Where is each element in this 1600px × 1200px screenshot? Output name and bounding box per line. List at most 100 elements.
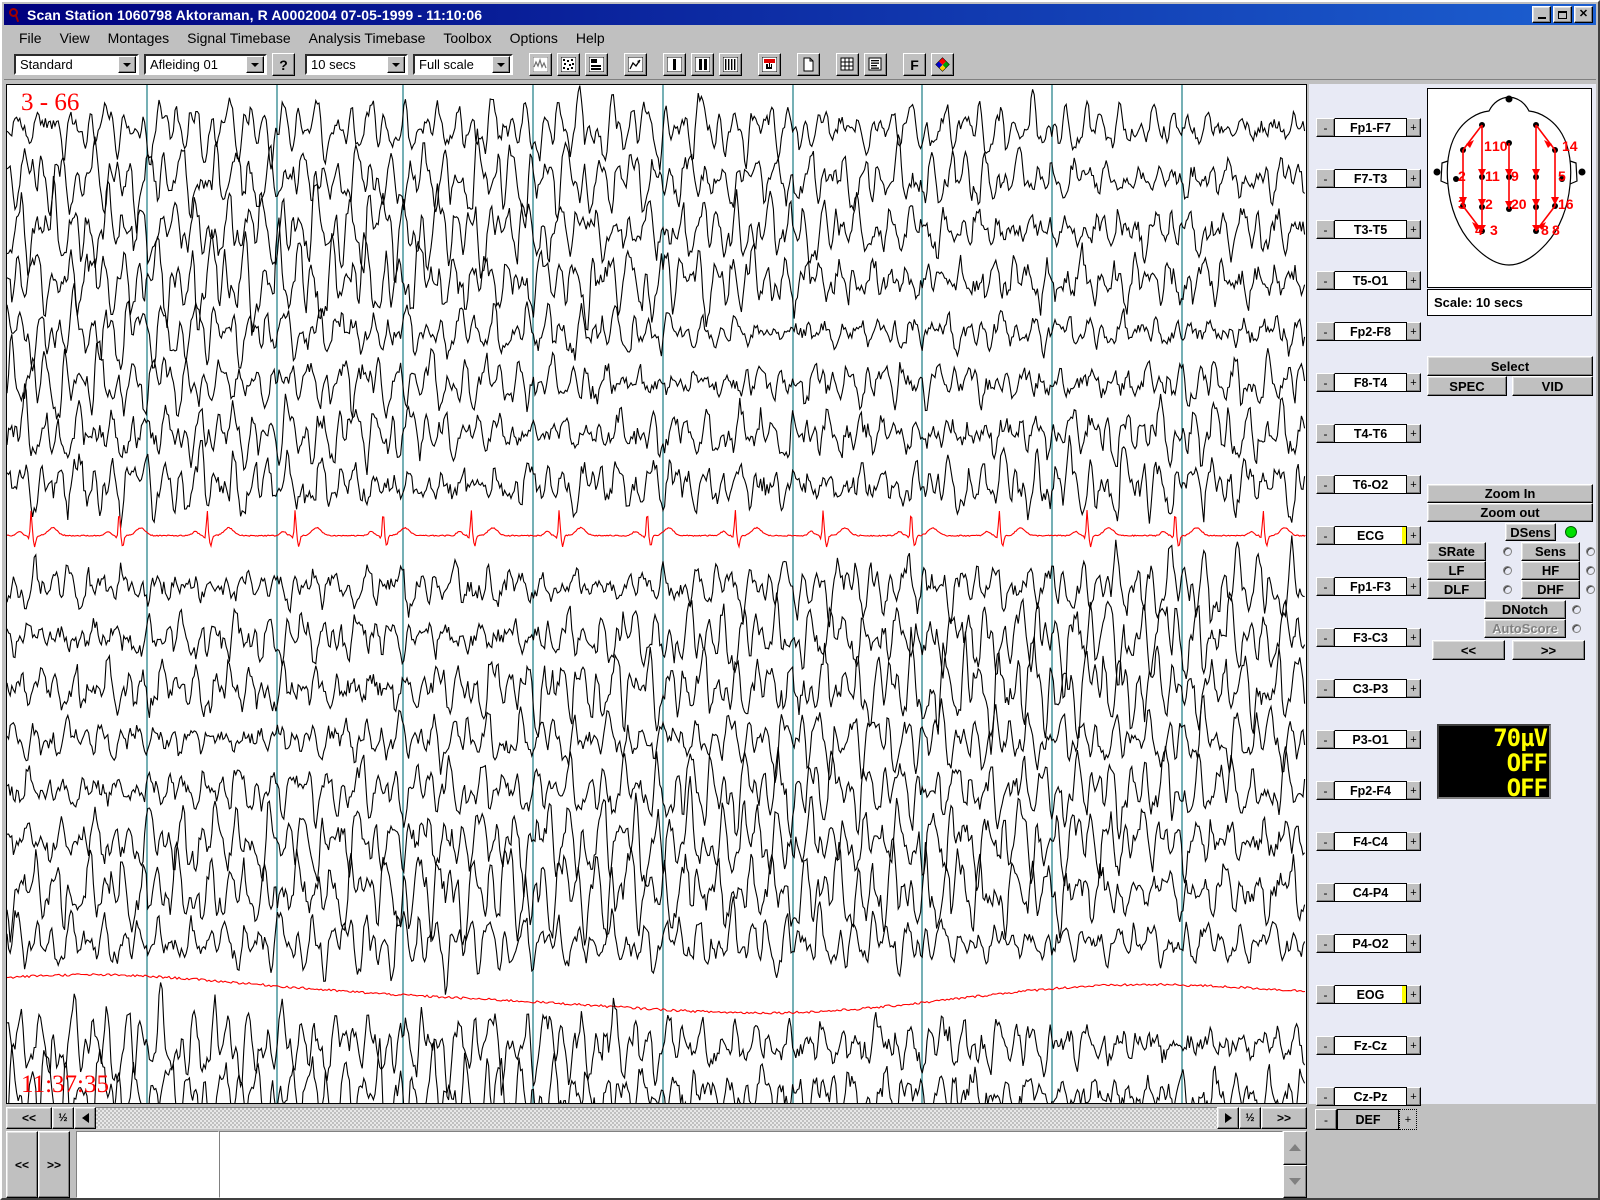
channel-label-t5-o1[interactable]: T5-O1 [1335, 271, 1407, 290]
menu-signal-timebase[interactable]: Signal Timebase [178, 28, 300, 48]
hand-marker-icon[interactable] [758, 53, 781, 76]
channel-increase-fp2-f4[interactable]: + [1406, 781, 1421, 800]
channel-increase-fz-cz[interactable]: + [1406, 1036, 1421, 1055]
channel-decrease-cz-pz[interactable]: - [1316, 1087, 1335, 1106]
table-icon[interactable] [836, 53, 859, 76]
channel-increase-t5-o1[interactable]: + [1406, 271, 1421, 290]
scroll-up-button[interactable] [1283, 1131, 1307, 1165]
list-icon[interactable] [864, 53, 887, 76]
zoom-in-button[interactable]: Zoom In [1427, 484, 1593, 503]
scrollbar-track[interactable] [96, 1107, 1217, 1129]
menu-toolbox[interactable]: Toolbox [434, 28, 500, 48]
def-minus-button[interactable]: - [1315, 1109, 1337, 1130]
status-prev-button[interactable]: << [6, 1131, 38, 1198]
eeg-trace-canvas[interactable]: 3 - 66 11:37:35 [6, 84, 1307, 1104]
dnotch-button[interactable]: DNotch [1484, 600, 1566, 619]
channel-decrease-c4-p4[interactable]: - [1316, 883, 1335, 902]
channel-decrease-fz-cz[interactable]: - [1316, 1036, 1335, 1055]
channel-label-c4-p4[interactable]: C4-P4 [1335, 883, 1407, 902]
channel-increase-p4-o2[interactable]: + [1406, 934, 1421, 953]
hf-radio[interactable] [1586, 566, 1595, 575]
channel-increase-t4-t6[interactable]: + [1406, 424, 1421, 443]
multi-bar-icon[interactable] [719, 53, 742, 76]
spec-button[interactable]: SPEC [1427, 376, 1507, 396]
color-icon[interactable] [931, 53, 954, 76]
channel-increase-eog[interactable]: + [1406, 985, 1421, 1004]
channel-decrease-t3-t5[interactable]: - [1316, 220, 1335, 239]
previous-page-button[interactable]: << [1432, 640, 1505, 660]
srate-radio[interactable] [1503, 547, 1512, 556]
chevron-down-icon[interactable] [246, 56, 264, 73]
single-bar-icon[interactable] [663, 53, 686, 76]
srate-button[interactable]: SRate [1427, 542, 1486, 561]
sens-radio[interactable] [1586, 547, 1595, 556]
channel-decrease-t5-o1[interactable]: - [1316, 271, 1335, 290]
channel-increase-cz-pz[interactable]: + [1406, 1087, 1421, 1106]
channel-increase-fp1-f7[interactable]: + [1406, 118, 1421, 137]
channel-label-eog[interactable]: EOG [1335, 985, 1407, 1004]
channel-label-p4-o2[interactable]: P4-O2 [1335, 934, 1407, 953]
menu-analysis-timebase[interactable]: Analysis Timebase [300, 28, 435, 48]
select-button[interactable]: Select [1427, 356, 1593, 376]
channel-decrease-p4-o2[interactable]: - [1316, 934, 1335, 953]
scroll-arrow-left-button[interactable] [74, 1107, 96, 1129]
chevron-down-icon[interactable] [118, 56, 136, 73]
dhf-button[interactable]: DHF [1521, 580, 1580, 599]
channel-label-t3-t5[interactable]: T3-T5 [1335, 220, 1407, 239]
electrode-montage-head-diagram[interactable]: 1 10 14 2 11 9 5 3 2 20 16 43 88 [1427, 88, 1592, 288]
autoscore-button[interactable]: AutoScore [1484, 619, 1566, 638]
lf-button[interactable]: LF [1427, 561, 1486, 580]
channel-label-fp1-f7[interactable]: Fp1-F7 [1335, 118, 1407, 137]
channel-decrease-c3-p3[interactable]: - [1316, 679, 1335, 698]
channel-decrease-t6-o2[interactable]: - [1316, 475, 1335, 494]
chevron-down-icon[interactable] [492, 56, 510, 73]
channel-increase-fp1-f3[interactable]: + [1406, 577, 1421, 596]
channel-decrease-fp1-f7[interactable]: - [1316, 118, 1335, 137]
autoscore-radio[interactable] [1572, 624, 1581, 633]
scroll-arrow-right-button[interactable] [1217, 1107, 1239, 1129]
channel-label-p3-o1[interactable]: P3-O1 [1335, 730, 1407, 749]
channel-label-ecg[interactable]: ECG [1335, 526, 1407, 545]
channel-increase-c4-p4[interactable]: + [1406, 883, 1421, 902]
next-page-button[interactable]: >> [1512, 640, 1585, 660]
dsens-button[interactable]: DSens [1505, 523, 1556, 541]
close-icon[interactable]: ✕ [1574, 6, 1593, 23]
channel-label-fp2-f4[interactable]: Fp2-F4 [1335, 781, 1407, 800]
hf-button[interactable]: HF [1521, 561, 1580, 580]
channel-decrease-fp1-f3[interactable]: - [1316, 577, 1335, 596]
maximize-button[interactable] [1553, 6, 1572, 23]
font-icon[interactable]: F [903, 53, 926, 76]
channel-label-cz-pz[interactable]: Cz-Pz [1335, 1087, 1407, 1106]
dlf-button[interactable]: DLF [1427, 580, 1486, 599]
channel-increase-fp2-f8[interactable]: + [1406, 322, 1421, 341]
menu-options[interactable]: Options [501, 28, 567, 48]
help-button[interactable]: ? [272, 53, 295, 76]
channel-decrease-p3-o1[interactable]: - [1316, 730, 1335, 749]
channel-decrease-fp2-f8[interactable]: - [1316, 322, 1335, 341]
channel-decrease-f8-t4[interactable]: - [1316, 373, 1335, 392]
dnotch-radio[interactable] [1572, 605, 1581, 614]
menu-montages[interactable]: Montages [99, 28, 178, 48]
channel-decrease-eog[interactable]: - [1316, 985, 1335, 1004]
channel-decrease-f3-c3[interactable]: - [1316, 628, 1335, 647]
status-next-button[interactable]: >> [38, 1131, 70, 1198]
menu-file[interactable]: File [10, 28, 51, 48]
channel-increase-f8-t4[interactable]: + [1406, 373, 1421, 392]
channel-label-f4-c4[interactable]: F4-C4 [1335, 832, 1407, 851]
spectrogram-icon[interactable] [557, 53, 580, 76]
menu-help[interactable]: Help [567, 28, 614, 48]
waveform-icon[interactable] [529, 53, 552, 76]
channel-label-t6-o2[interactable]: T6-O2 [1335, 475, 1407, 494]
timebase-select[interactable]: 10 secs [305, 54, 408, 75]
scale-select[interactable]: Full scale [413, 54, 513, 75]
dhf-radio[interactable] [1586, 585, 1595, 594]
channel-decrease-f7-t3[interactable]: - [1316, 169, 1335, 188]
channel-label-f8-t4[interactable]: F8-T4 [1335, 373, 1407, 392]
channel-decrease-t4-t6[interactable]: - [1316, 424, 1335, 443]
menu-view[interactable]: View [51, 28, 99, 48]
channel-increase-f7-t3[interactable]: + [1406, 169, 1421, 188]
channel-decrease-ecg[interactable]: - [1316, 526, 1335, 545]
channel-decrease-f4-c4[interactable]: - [1316, 832, 1335, 851]
trend-icon[interactable] [624, 53, 647, 76]
channel-increase-f4-c4[interactable]: + [1406, 832, 1421, 851]
